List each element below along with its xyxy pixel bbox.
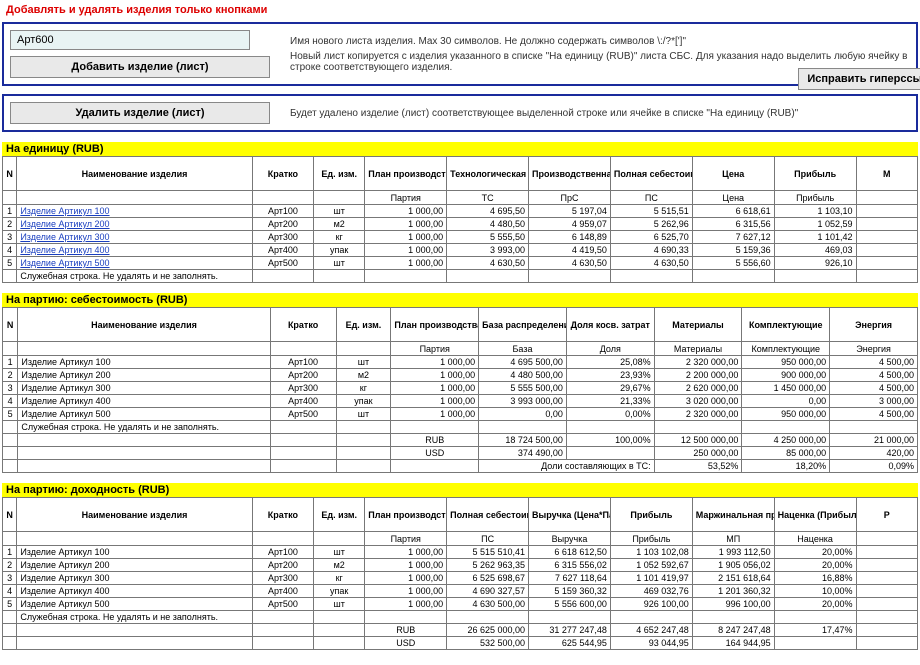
delete-item-box: Удалить изделие (лист) Будет удалено изд… [2, 94, 918, 132]
table-row[interactable]: 5Изделие Артикул 500Арт500шт 1 000,004 6… [3, 598, 918, 611]
delete-item-button[interactable]: Удалить изделие (лист) [10, 102, 270, 124]
h-unit: Ед. изм. [314, 157, 365, 191]
h-n: N [3, 157, 17, 191]
h-prc: Производственная себестоимость [529, 157, 611, 191]
h-profit: Прибыль [774, 157, 856, 191]
section1-title: На единицу (RUB) [2, 142, 918, 156]
h-tc: Технологическая себестоимость [447, 157, 529, 191]
table-row[interactable]: 2 Изделие Артикул 200 Арт200м2 1 000,004… [3, 218, 918, 231]
footer-usd: USD 532 500,00 625 544,95 93 044,95 164 … [3, 637, 918, 650]
warning-text: Добавлять и удалять изделия только кнопк… [6, 4, 918, 16]
item-link[interactable]: Изделие Артикул 300 [20, 232, 109, 242]
table-row[interactable]: 2Изделие Артикул 200Арт200м2 1 000,005 2… [3, 559, 918, 572]
fix-hyperlinks-button[interactable]: Исправить гиперссыл [798, 68, 920, 90]
add-item-button[interactable]: Добавить изделие (лист) [10, 56, 270, 78]
table-row[interactable]: 1 Изделие Артикул 100 Арт100шт 1 000,004… [3, 205, 918, 218]
footer-share: Доли составляющих в ТС: 53,52% 18,20% 0,… [3, 460, 918, 473]
item-link[interactable]: Изделие Артикул 200 [20, 219, 109, 229]
service-row: Служебная строка. Не удалять и не заполн… [3, 270, 918, 283]
footer-usd: USD 374 490,00 250 000,00 85 000,00 420,… [3, 447, 918, 460]
table-row[interactable]: 4 Изделие Артикул 400 Арт400упак 1 000,0… [3, 244, 918, 257]
table-row[interactable]: 3Изделие Артикул 300Арт300кг 1 000,005 5… [3, 382, 918, 395]
section2-title: На партию: себестоимость (RUB) [2, 293, 918, 307]
table-per-unit: N Наименование изделия Кратко Ед. изм. П… [2, 156, 918, 283]
table-row[interactable]: 3 Изделие Артикул 300 Арт300кг 1 000,005… [3, 231, 918, 244]
add-hint-1: Имя нового листа изделия. Max 30 символо… [290, 36, 910, 47]
table-batch-cost: N Наименование изделия Кратко Ед. изм. П… [2, 307, 918, 473]
footer-rub: RUB 26 625 000,00 31 277 247,48 4 652 24… [3, 624, 918, 637]
table-row[interactable]: 2Изделие Артикул 200Арт200м2 1 000,004 4… [3, 369, 918, 382]
table-row[interactable]: 1Изделие Артикул 100Арт100шт 1 000,005 5… [3, 546, 918, 559]
table-row[interactable]: 5 Изделие Артикул 500 Арт500шт 1 000,004… [3, 257, 918, 270]
delete-hint: Будет удалено изделие (лист) соответству… [290, 108, 910, 119]
add-item-box: Добавить изделие (лист) Имя нового листа… [2, 22, 918, 86]
table-row[interactable]: 4Изделие Артикул 400Арт400упак 1 000,004… [3, 585, 918, 598]
item-link[interactable]: Изделие Артикул 500 [20, 258, 109, 268]
table-batch-profit: N Наименование изделия Кратко Ед. изм. П… [2, 497, 918, 650]
service-row: Служебная строка. Не удалять и не заполн… [3, 421, 918, 434]
footer-rub: RUB 18 724 500,00 100,00% 12 500 000,00 … [3, 434, 918, 447]
item-link[interactable]: Изделие Артикул 100 [20, 206, 109, 216]
section3-title: На партию: доходность (RUB) [2, 483, 918, 497]
table-row[interactable]: 1Изделие Артикул 100Арт100шт 1 000,004 6… [3, 356, 918, 369]
h-price: Цена [692, 157, 774, 191]
item-link[interactable]: Изделие Артикул 400 [20, 245, 109, 255]
h-plan: План производства (количество) [365, 157, 447, 191]
table-row[interactable]: 5Изделие Артикул 500Арт500шт 1 000,000,0… [3, 408, 918, 421]
table-row[interactable]: 4Изделие Артикул 400Арт400упак 1 000,003… [3, 395, 918, 408]
table-row[interactable]: 3Изделие Артикул 300Арт300кг 1 000,006 5… [3, 572, 918, 585]
h-extra: М [856, 157, 917, 191]
service-row: Служебная строка. Не удалять и не заполн… [3, 611, 918, 624]
h-pc: Полная себестоимость (RUB) [610, 157, 692, 191]
h-name: Наименование изделия [17, 157, 252, 191]
h-short: Кратко [252, 157, 313, 191]
new-sheet-name-input[interactable] [10, 30, 250, 50]
